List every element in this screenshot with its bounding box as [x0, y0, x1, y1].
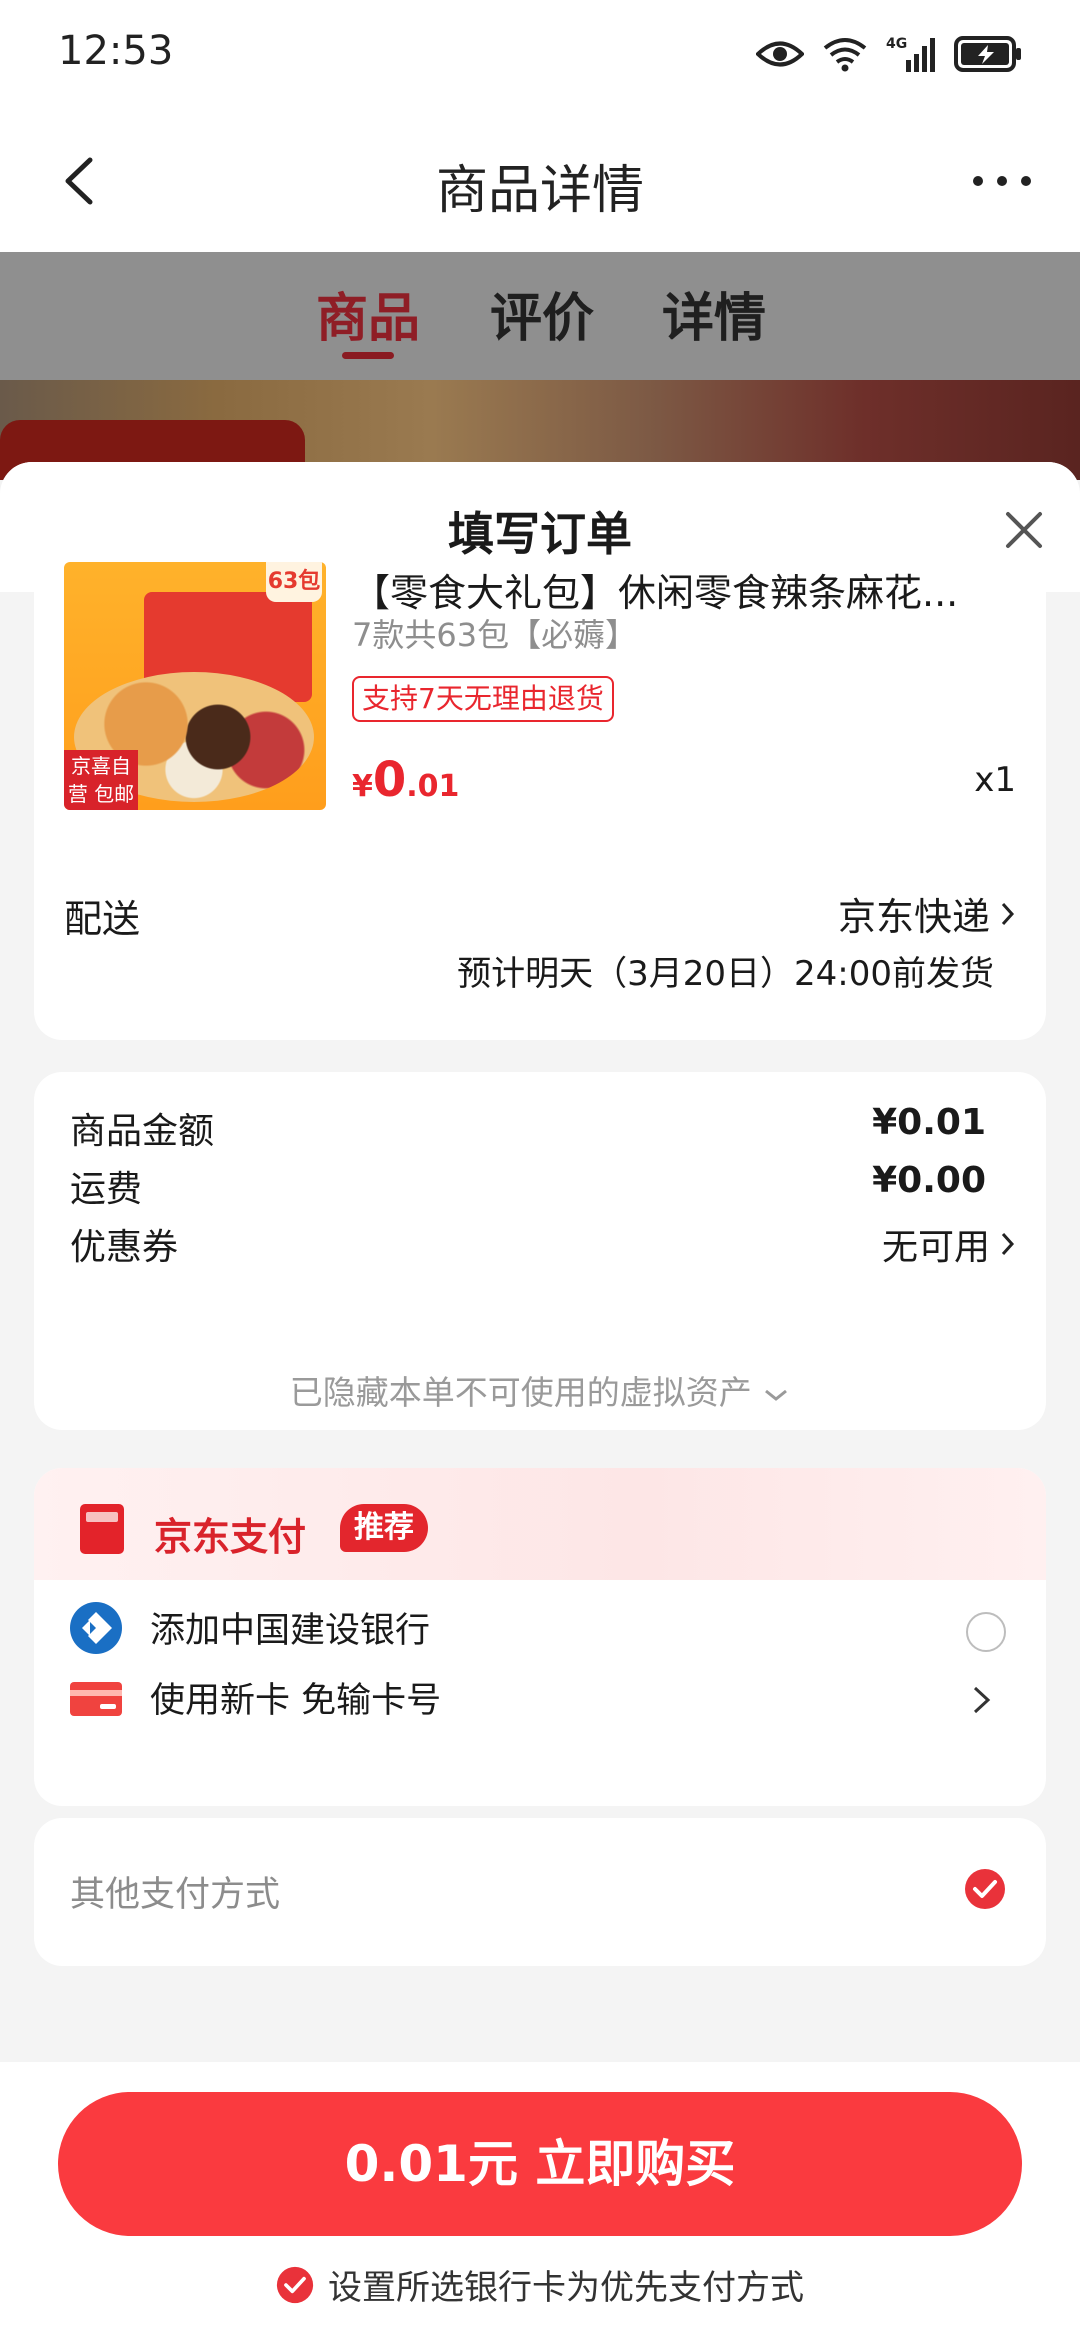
- cellular-signal-icon: 4G: [886, 36, 935, 72]
- pay-option-ccb-label: 添加中国建设银行: [150, 1611, 431, 1651]
- shipping-label: 运费: [70, 1169, 143, 1210]
- jd-pay-logo-icon: [80, 1504, 124, 1554]
- status-bar: 12:53 4G: [0, 0, 1080, 110]
- buy-now-button[interactable]: 0.01元 立即购买: [58, 2092, 1022, 2236]
- recommend-badge: 推荐: [340, 1504, 428, 1552]
- delivery-estimate: 预计明天（3月20日）24:00前发货: [457, 954, 994, 994]
- fee-row-items: 商品金额 ¥0.01: [70, 1102, 986, 1152]
- items-amount-label: 商品金额: [70, 1111, 215, 1152]
- coupon-label: 优惠券: [70, 1227, 179, 1268]
- price-symbol: ¥: [352, 769, 373, 804]
- product-name[interactable]: 【零食大礼包】休闲零食辣条麻花...: [352, 562, 1032, 617]
- price-integer: 0: [372, 752, 407, 808]
- page-title: 商品详情: [435, 161, 644, 221]
- order-sheet: 填写订单 63包 京喜自营 包邮 【零食大礼包】休闲零食辣条麻花... 7款共6…: [0, 462, 1080, 2062]
- other-payment-card[interactable]: 其他支付方式: [34, 1818, 1046, 1966]
- delivery-method-selector[interactable]: 京东快递: [838, 886, 1016, 941]
- return-policy-badge: 支持7天无理由退货: [352, 676, 614, 722]
- checked-circle-icon[interactable]: [964, 1868, 1006, 1910]
- fee-row-coupon[interactable]: 优惠券 无可用: [70, 1218, 1015, 1268]
- chevron-down-icon: [765, 1389, 788, 1401]
- more-icon[interactable]: [962, 156, 1042, 206]
- hidden-assets-note: 已隐藏本单不可使用的虚拟资产: [289, 1373, 752, 1412]
- nav-bar: 商品详情: [0, 110, 1080, 252]
- fee-summary-card: 商品金额 ¥0.01 运费 ¥0.00 优惠券 无可用 已隐藏本单不可使用的虚拟…: [34, 1072, 1046, 1430]
- hidden-assets-toggle[interactable]: 已隐藏本单不可使用的虚拟资产: [34, 1366, 1046, 1414]
- product-spec[interactable]: 7款共63包【必薅】: [352, 610, 637, 656]
- chevron-right-icon: [1001, 1232, 1015, 1256]
- other-payment-label: 其他支付方式: [70, 1875, 281, 1915]
- credit-card-icon: [70, 1682, 122, 1716]
- delivery-method: 京东快递: [837, 895, 990, 939]
- pay-option-new-card[interactable]: 使用新卡 免输卡号: [34, 1652, 1046, 1742]
- fee-row-shipping: 运费 ¥0.00: [70, 1160, 986, 1210]
- status-time: 12:53: [58, 28, 174, 74]
- chevron-right-icon: [1001, 902, 1015, 925]
- jd-pay-header: 京东支付 推荐: [34, 1468, 1046, 1580]
- coupon-selector[interactable]: 无可用: [882, 1218, 1016, 1270]
- pay-option-new-card-label: 使用新卡 免输卡号: [150, 1681, 442, 1721]
- product-price: ¥0.01: [352, 752, 459, 808]
- chevron-right-icon: [973, 1686, 991, 1714]
- delivery-label: 配送: [64, 897, 141, 941]
- product-quantity: x1: [974, 760, 1016, 800]
- jd-pay-name: 京东支付: [154, 1515, 307, 1559]
- wifi-icon: [823, 38, 867, 72]
- sheet-title: 填写订单: [448, 507, 632, 561]
- tab-indicator: [342, 352, 394, 359]
- product-image[interactable]: 63包 京喜自营 包邮: [64, 562, 326, 810]
- image-tag: 京喜自营 包邮: [64, 750, 138, 810]
- battery-charging-icon: [954, 36, 1021, 72]
- eye-icon: [756, 41, 804, 67]
- pay-option-ccb-radio[interactable]: [966, 1612, 1006, 1652]
- tab-product[interactable]: 商品: [316, 276, 420, 351]
- preferred-payment-toggle[interactable]: 设置所选银行卡为优先支付方式: [0, 2260, 1080, 2309]
- image-count-badge: 63包: [266, 562, 322, 602]
- tab-bar: 商品 评价 详情: [0, 252, 1080, 380]
- preferred-payment-label: 设置所选银行卡为优先支付方式: [328, 2268, 804, 2308]
- close-icon[interactable]: [996, 502, 1052, 558]
- ccb-bank-icon: [70, 1602, 122, 1654]
- tab-details[interactable]: 详情: [662, 276, 766, 351]
- price-decimal: .01: [406, 769, 460, 804]
- shipping-value: ¥0.00: [872, 1160, 986, 1201]
- coupon-value: 无可用: [881, 1227, 990, 1268]
- tab-reviews[interactable]: 评价: [490, 276, 594, 351]
- product-card: 63包 京喜自营 包邮 【零食大礼包】休闲零食辣条麻花... 7款共63包【必薅…: [34, 562, 1046, 1040]
- items-amount-value: ¥0.01: [872, 1102, 986, 1143]
- payment-card: 京东支付 推荐 添加中国建设银行 使用新卡 免输卡号: [34, 1468, 1046, 1806]
- status-icons: 4G: [756, 30, 1022, 78]
- checked-circle-icon[interactable]: [276, 2266, 314, 2304]
- network-type: 4G: [886, 36, 907, 52]
- bottom-bar: 0.01元 立即购买 设置所选银行卡为优先支付方式: [0, 2062, 1080, 2340]
